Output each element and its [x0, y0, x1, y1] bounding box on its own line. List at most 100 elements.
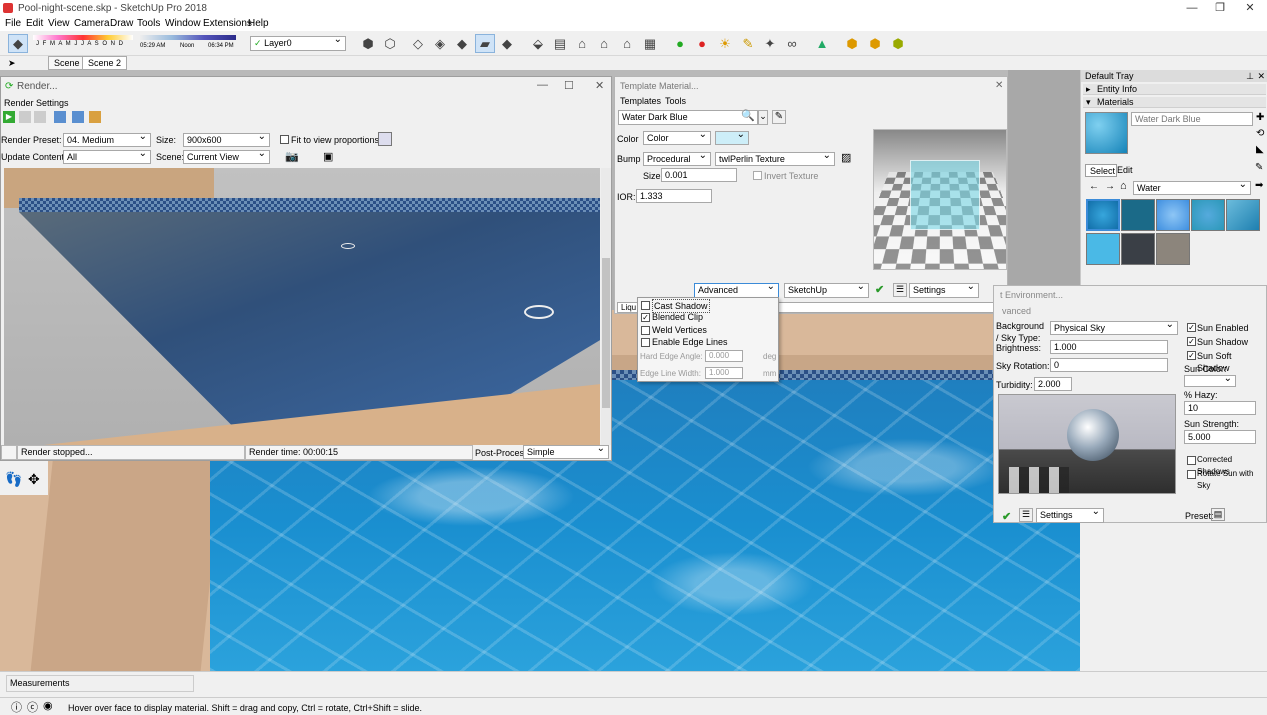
- section-entity-info[interactable]: ▸ Entity Info: [1083, 84, 1266, 95]
- weld-vertices-checkbox[interactable]: [641, 326, 650, 335]
- swatch-water-4[interactable]: [1191, 199, 1225, 231]
- hidden-line-icon[interactable]: ◈: [430, 34, 450, 53]
- preset-icon[interactable]: ▤: [1211, 508, 1225, 521]
- edge-lines-checkbox[interactable]: [641, 338, 650, 347]
- xray-style-icon[interactable]: ⬢: [358, 34, 378, 53]
- export-icon[interactable]: [89, 111, 101, 123]
- extension-warehouse-icon[interactable]: ⬢: [888, 34, 908, 53]
- swatch-water-2[interactable]: [1121, 199, 1155, 231]
- fit-proportions-checkbox[interactable]: [280, 135, 289, 144]
- pick-material-icon[interactable]: ✎: [772, 110, 786, 124]
- save-image-icon[interactable]: [54, 111, 66, 123]
- list-icon[interactable]: ☰: [893, 283, 907, 297]
- edge-width-input[interactable]: 1.000: [705, 367, 743, 379]
- env-settings-select[interactable]: Settings: [1036, 506, 1104, 523]
- select-arrow-icon[interactable]: ➤: [8, 58, 16, 69]
- iso-view-icon[interactable]: ⬙: [528, 34, 548, 53]
- texture-edit-icon[interactable]: ▨: [841, 151, 851, 164]
- brightness-input[interactable]: 1.000: [1050, 340, 1168, 354]
- right-view-icon[interactable]: ⌂: [594, 34, 614, 53]
- left-view-icon[interactable]: ▦: [640, 34, 660, 53]
- layers-icon[interactable]: ▣: [323, 150, 333, 163]
- shadows-toggle-icon[interactable]: ◆: [8, 34, 28, 53]
- shaded-textures-icon[interactable]: ▰: [475, 34, 495, 53]
- color-type-select[interactable]: Color: [643, 129, 711, 145]
- menu-draw[interactable]: Draw: [110, 17, 133, 31]
- maximize-icon[interactable]: ❐: [1208, 1, 1232, 15]
- section-icon[interactable]: ▲: [812, 34, 832, 53]
- update-content-select[interactable]: All: [63, 148, 151, 164]
- material-name-input[interactable]: Water Dark Blue 🔍: [618, 110, 758, 125]
- name-dropdown-icon[interactable]: ⌄: [758, 110, 768, 125]
- render-close-icon[interactable]: ✕: [595, 79, 604, 92]
- top-view-icon[interactable]: ▤: [550, 34, 570, 53]
- advanced-select[interactable]: Advanced: [694, 281, 779, 298]
- aspect-icon[interactable]: [378, 132, 392, 146]
- scene-select[interactable]: Current View: [183, 148, 270, 164]
- sketchup-select[interactable]: SketchUp: [784, 281, 869, 298]
- render-menu-settings[interactable]: Settings: [36, 97, 69, 109]
- monochrome-icon[interactable]: ◆: [497, 34, 517, 53]
- menu-tools[interactable]: Tools: [137, 17, 160, 31]
- menu-file[interactable]: File: [5, 17, 21, 31]
- library-select[interactable]: Water: [1133, 179, 1251, 195]
- render-minimize-icon[interactable]: —: [537, 79, 548, 91]
- layer-select[interactable]: ✓ Layer0: [250, 34, 346, 51]
- tray-close-icon[interactable]: ✕: [1257, 70, 1265, 82]
- bump-texture-select[interactable]: twlPerlin Texture: [715, 150, 835, 166]
- sun-enabled-checkbox[interactable]: ✓: [1187, 323, 1196, 332]
- menu-help[interactable]: Help: [248, 17, 269, 31]
- sky-rotation-input[interactable]: 0: [1050, 358, 1168, 372]
- front-view-icon[interactable]: ⌂: [572, 34, 592, 53]
- swatch-water-6[interactable]: [1086, 233, 1120, 265]
- shaded-icon[interactable]: ◆: [452, 34, 472, 53]
- menu-extensions[interactable]: Extensions: [203, 17, 252, 31]
- forward-arrow-icon[interactable]: →: [1105, 181, 1115, 192]
- swatch-water-8[interactable]: [1156, 233, 1190, 265]
- material-name-field[interactable]: Water Dark Blue: [1131, 112, 1253, 126]
- minimize-icon[interactable]: —: [1180, 1, 1204, 15]
- position-camera-icon[interactable]: ✥: [28, 471, 40, 488]
- hard-edge-input[interactable]: 0.000: [705, 350, 743, 362]
- invert-texture-checkbox[interactable]: [753, 171, 762, 180]
- corrected-shadows-checkbox[interactable]: [1187, 456, 1196, 465]
- shadow-time-slider[interactable]: 05:29 AM Noon 06:34 PM: [140, 35, 236, 52]
- close-icon[interactable]: ✕: [1238, 1, 1262, 15]
- section-materials[interactable]: ▾ Materials: [1083, 97, 1266, 108]
- shadow-date-slider[interactable]: J F M A M J J A S O N D: [33, 35, 133, 52]
- environment-icon[interactable]: ☀: [715, 34, 735, 53]
- postprocess-select[interactable]: Simple: [523, 443, 609, 459]
- sun-shadow-checkbox[interactable]: ✓: [1187, 337, 1196, 346]
- start-render-icon[interactable]: ▶: [3, 111, 15, 123]
- render-preset-select[interactable]: 04. Medium: [63, 131, 151, 147]
- bump-size-input[interactable]: 0.001: [661, 168, 737, 182]
- ior-input[interactable]: 1.333: [636, 189, 712, 203]
- camera-icon[interactable]: 📷: [285, 150, 299, 163]
- reset-icon[interactable]: ◣: [1256, 144, 1264, 155]
- tab-edit[interactable]: Edit: [1117, 165, 1133, 175]
- template-material-icon[interactable]: ✦: [760, 34, 780, 53]
- tab-select[interactable]: Select: [1085, 164, 1117, 177]
- bump-type-select[interactable]: Procedural: [643, 150, 711, 166]
- menu-edit[interactable]: Edit: [26, 17, 43, 31]
- component-icon[interactable]: ⬢: [842, 34, 862, 53]
- stop-render-icon[interactable]: ●: [692, 34, 712, 53]
- sun-soft-shadow-checkbox[interactable]: ✓: [1187, 351, 1196, 360]
- env-apply-icon[interactable]: ✔: [1002, 510, 1011, 523]
- size-select[interactable]: 900x600: [183, 131, 270, 147]
- geo-location-icon[interactable]: ⓘ: [11, 699, 22, 715]
- create-material-icon[interactable]: ✚: [1256, 112, 1264, 123]
- hazy-input[interactable]: 10: [1184, 401, 1256, 415]
- stop-icon[interactable]: [34, 111, 46, 123]
- eyedropper-icon[interactable]: ✎: [1255, 162, 1263, 173]
- wireframe-icon[interactable]: ◇: [408, 34, 428, 53]
- color-swatch-picker[interactable]: [715, 129, 749, 145]
- search-icon[interactable]: 🔍: [741, 110, 755, 122]
- sun-strength-input[interactable]: 5.000: [1184, 430, 1256, 444]
- back-edges-icon[interactable]: ⬡: [380, 34, 400, 53]
- home-icon[interactable]: ⌂: [1120, 180, 1127, 192]
- back-view-icon[interactable]: ⌂: [617, 34, 637, 53]
- swatch-water-5[interactable]: [1226, 199, 1260, 231]
- render-menu-render[interactable]: Render: [4, 97, 34, 109]
- swatch-water-7[interactable]: [1121, 233, 1155, 265]
